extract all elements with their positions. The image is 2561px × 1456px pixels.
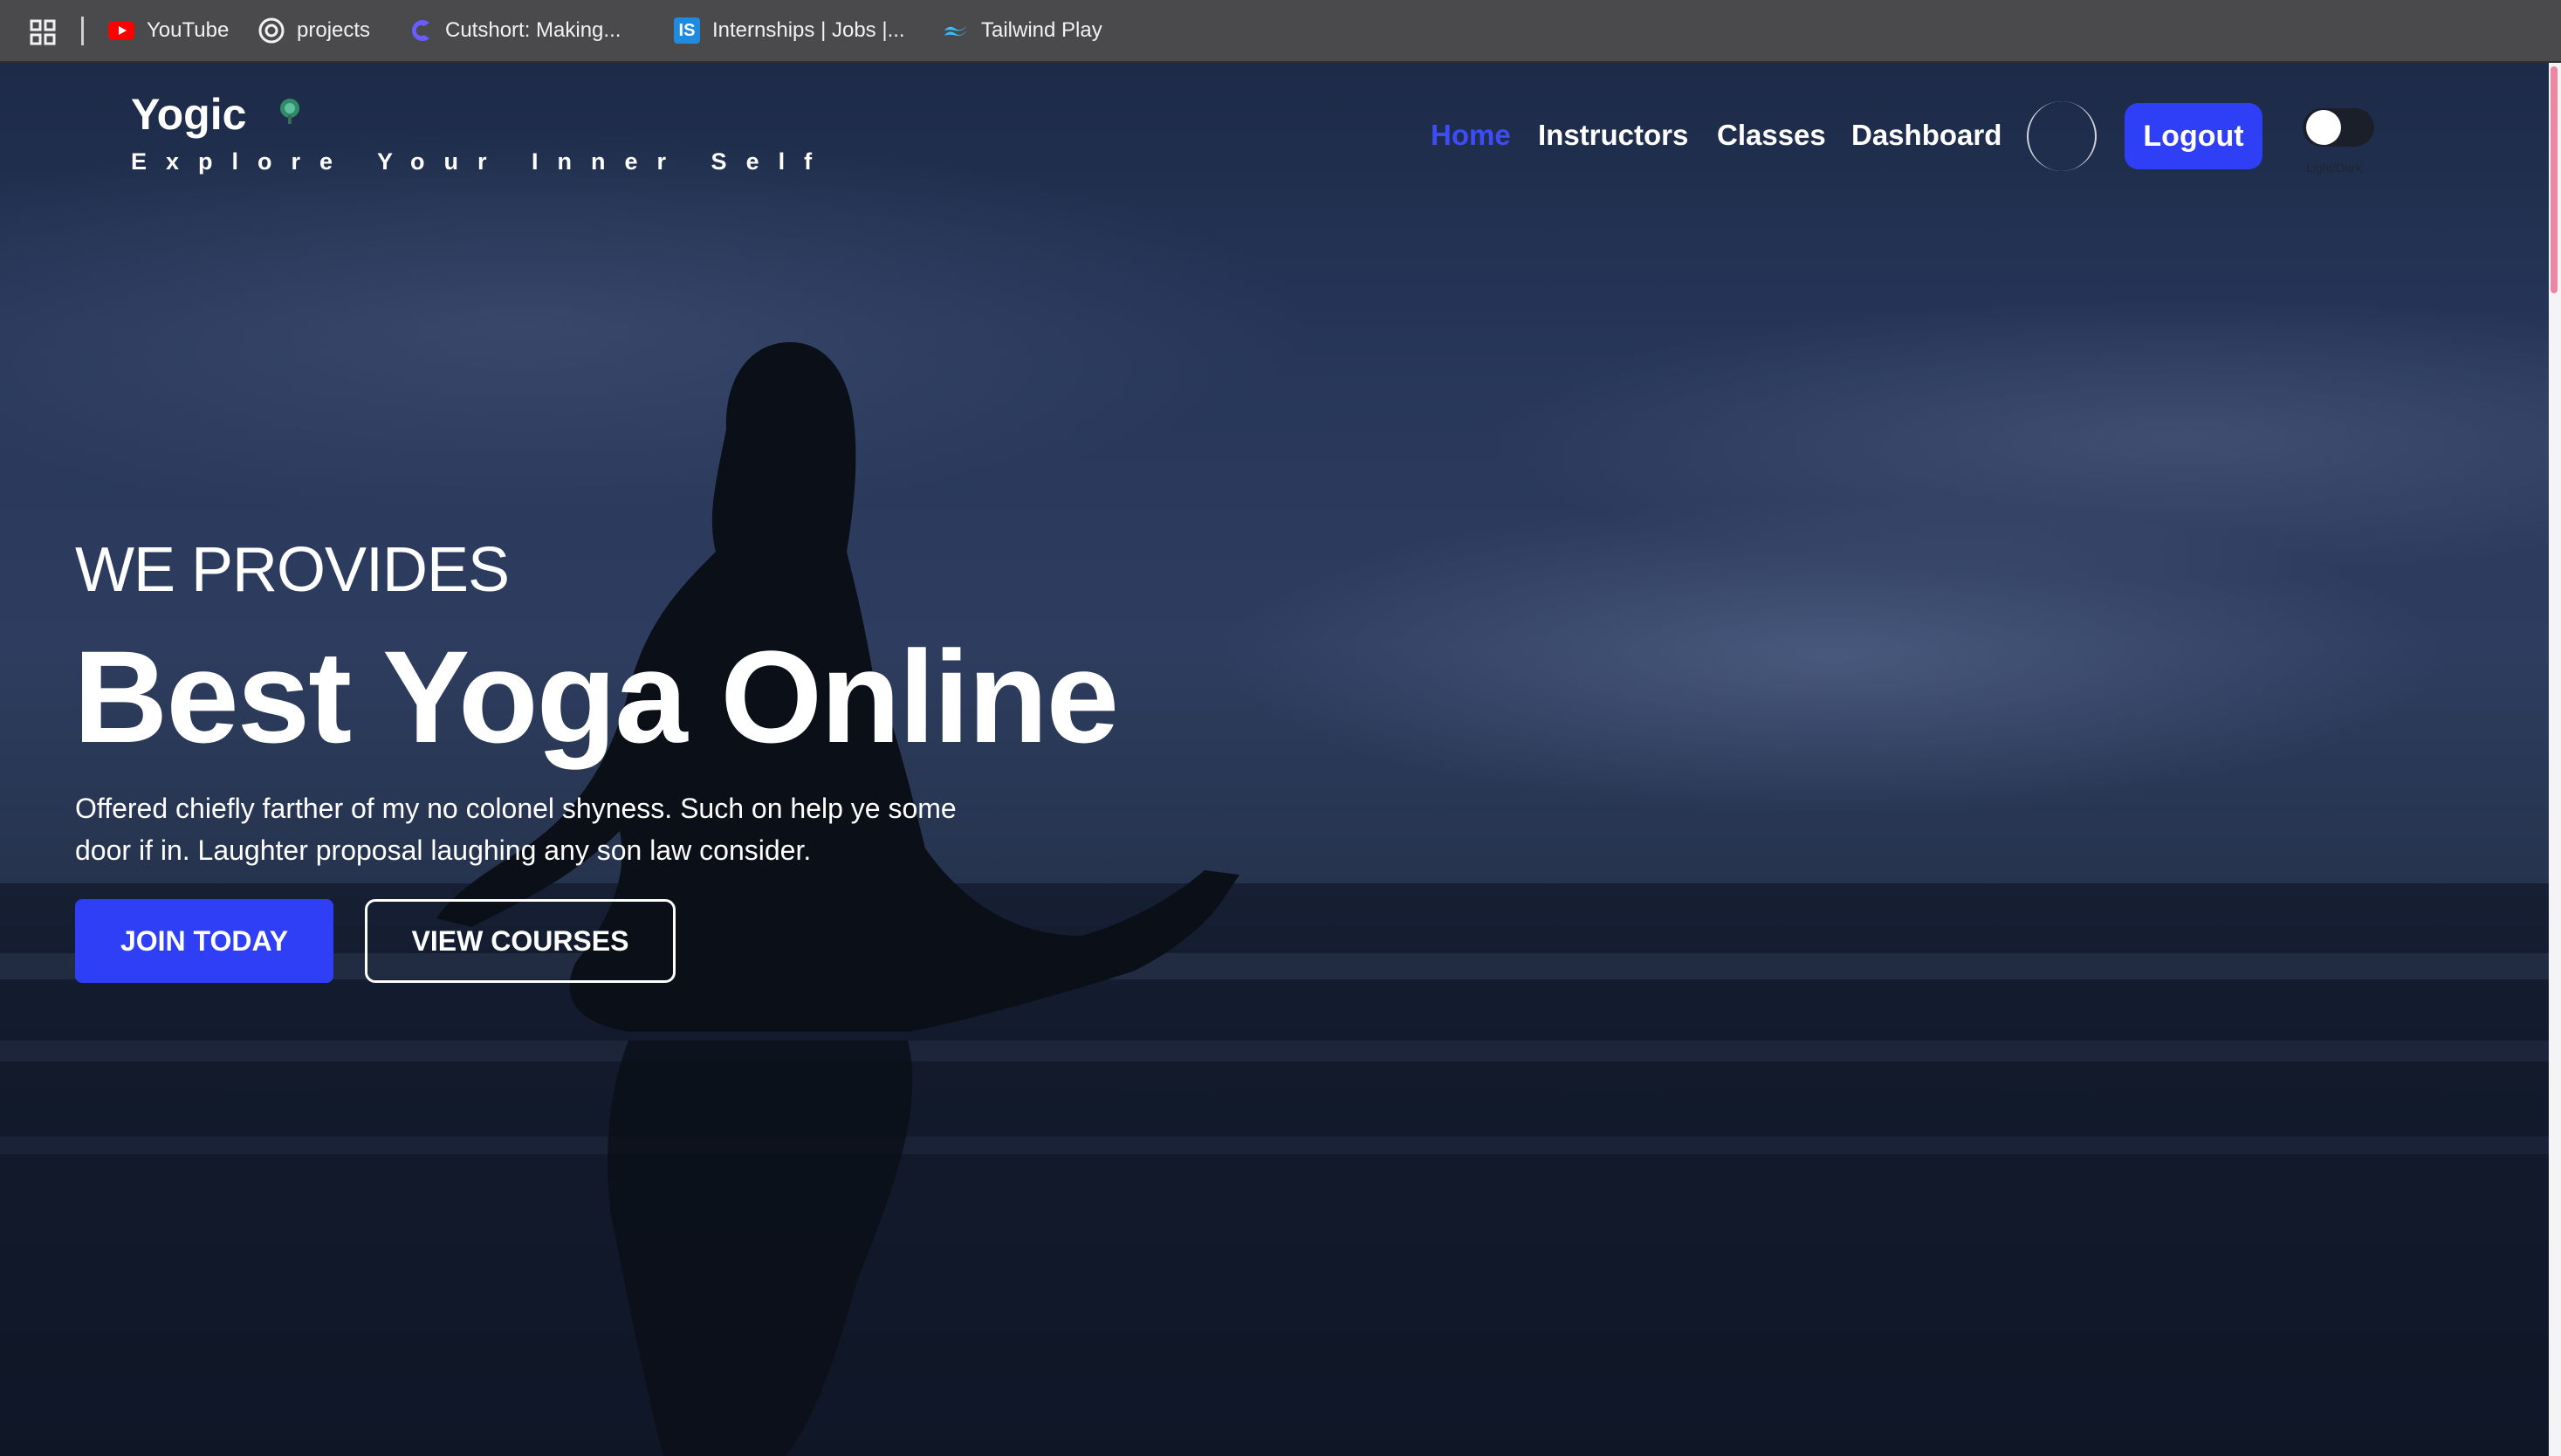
bookmark-label: Cutshort: Making...: [445, 18, 621, 42]
hero-description: Offered chiefly farther of my no colonel…: [75, 793, 957, 866]
cutshort-icon: [407, 17, 433, 44]
tree-logo-icon: [280, 99, 299, 124]
hero-title: Best Yoga Online: [73, 623, 1119, 770]
nav-instructors[interactable]: Instructors: [1538, 119, 1688, 152]
bookmarks-bar: YouTube projects Cutshort: Making... IS …: [0, 0, 2561, 63]
view-courses-button[interactable]: VIEW COURSES: [365, 899, 676, 983]
openai-icon: [258, 17, 285, 44]
tailwind-icon: [943, 17, 969, 44]
bookmark-cutshort[interactable]: Cutshort: Making...: [407, 0, 621, 61]
apps-grid-icon[interactable]: [30, 19, 56, 45]
bookmarks-separator: [81, 17, 84, 45]
hero-section: Yogic Explore Your Inner Self Home Instr…: [0, 63, 2549, 1456]
internshala-icon: IS: [674, 17, 700, 44]
user-avatar-placeholder[interactable]: [2027, 101, 2097, 171]
nav-dashboard[interactable]: Dashboard: [1851, 119, 2001, 152]
bookmark-tailwind-play[interactable]: Tailwind Play: [943, 0, 1102, 61]
hero-eyebrow: WE PROVIDES: [75, 535, 510, 605]
brand-tagline: Explore Your Inner Self: [131, 148, 832, 175]
bookmark-label: Tailwind Play: [981, 18, 1102, 42]
bookmark-youtube[interactable]: YouTube: [108, 0, 229, 61]
brand-title[interactable]: Yogic: [131, 89, 246, 140]
theme-toggle-knob: [2306, 110, 2341, 145]
bookmark-projects[interactable]: projects: [258, 0, 370, 61]
nav-classes[interactable]: Classes: [1717, 119, 1826, 152]
youtube-icon: [108, 17, 134, 44]
scrollbar-thumb[interactable]: [2551, 66, 2558, 293]
bookmark-label: YouTube: [147, 18, 230, 42]
nav-home[interactable]: Home: [1431, 119, 1511, 152]
bookmark-label: projects: [297, 18, 371, 42]
logout-button[interactable]: Logout: [2125, 103, 2262, 169]
bookmark-label: Internships | Jobs |...: [712, 18, 905, 42]
bookmark-internshala[interactable]: IS Internships | Jobs |...: [674, 0, 905, 61]
theme-toggle-label: Light/Dark: [2306, 161, 2362, 175]
theme-toggle[interactable]: [2303, 108, 2374, 147]
join-today-button[interactable]: JOIN TODAY: [75, 899, 333, 983]
